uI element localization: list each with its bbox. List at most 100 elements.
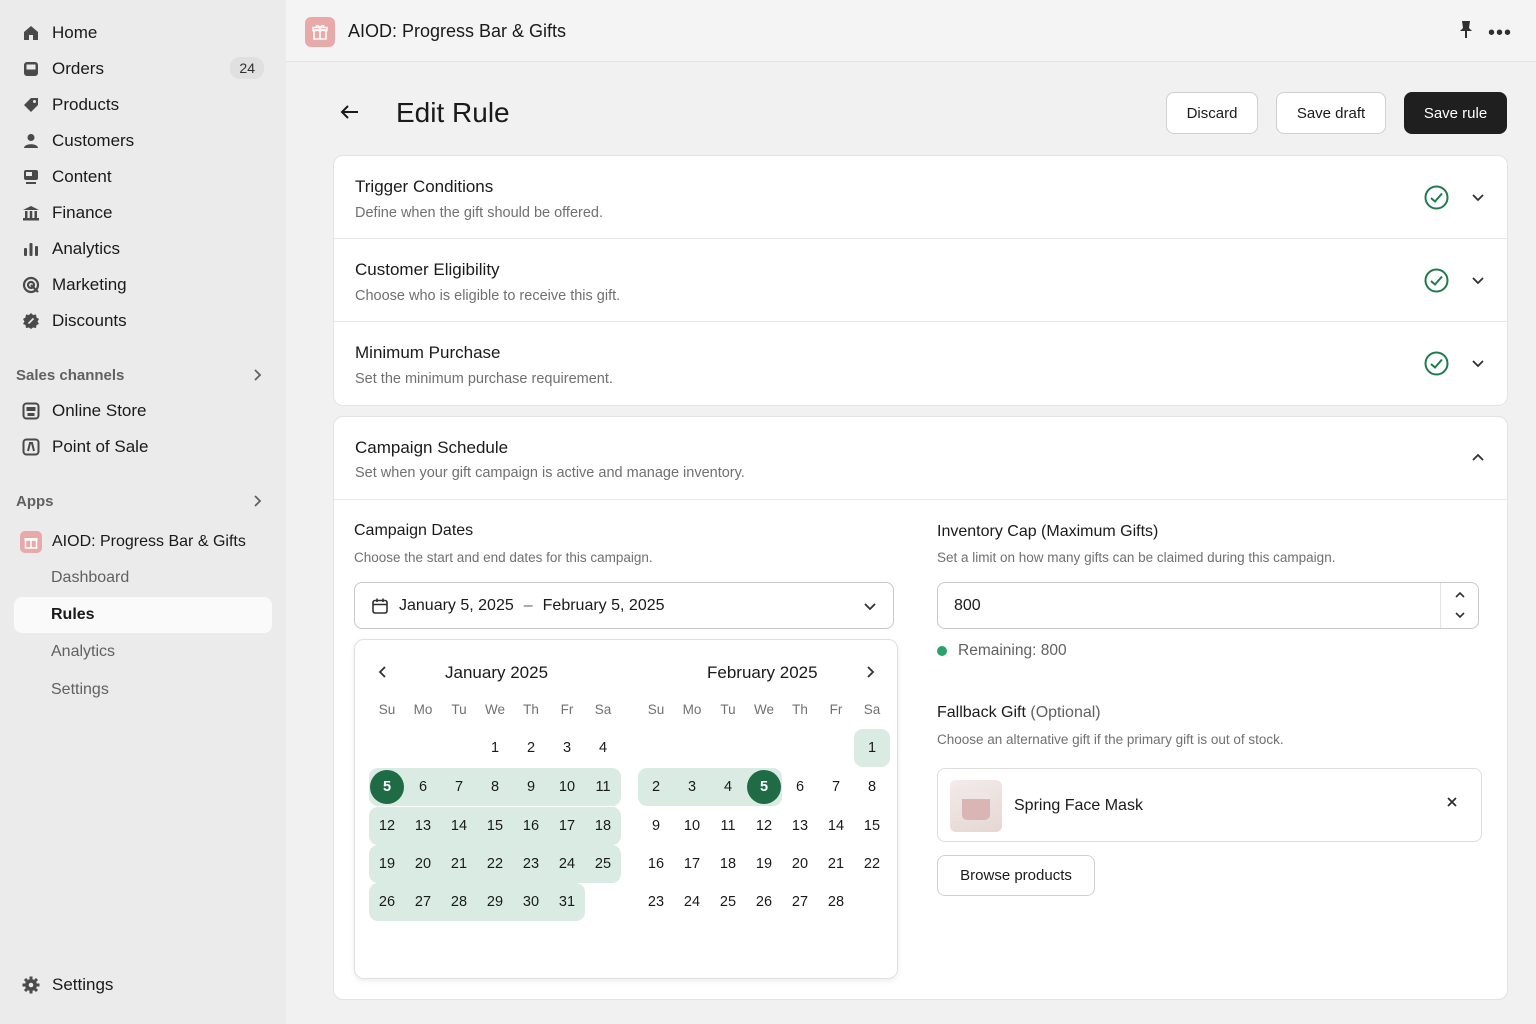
- calendar-day[interactable]: 3: [674, 768, 710, 806]
- calendar-day[interactable]: 11: [585, 768, 621, 806]
- calendar-day[interactable]: 13: [782, 807, 818, 845]
- calendar-day[interactable]: 17: [549, 807, 585, 845]
- calendar-day[interactable]: 15: [477, 807, 513, 845]
- calendar-day-selected[interactable]: 5: [746, 768, 782, 806]
- chevron-down-icon[interactable]: [1471, 273, 1485, 287]
- number-stepper[interactable]: [1440, 583, 1478, 628]
- calendar-day[interactable]: 27: [405, 883, 441, 921]
- calendar-day[interactable]: 27: [782, 883, 818, 921]
- section-trigger-conditions[interactable]: Trigger Conditions Define when the gift …: [334, 156, 1507, 239]
- calendar-day[interactable]: 25: [710, 883, 746, 921]
- section-campaign-schedule[interactable]: Campaign Schedule Set when your gift cam…: [334, 417, 1507, 500]
- chevron-down-icon[interactable]: [1471, 356, 1485, 370]
- calendar-day[interactable]: 23: [513, 845, 549, 883]
- calendar-day[interactable]: 12: [369, 807, 405, 845]
- calendar-day[interactable]: 24: [674, 883, 710, 921]
- calendar-day[interactable]: 20: [782, 845, 818, 883]
- calendar-day[interactable]: 14: [818, 807, 854, 845]
- calendar-day[interactable]: 24: [549, 845, 585, 883]
- nav-products[interactable]: Products: [14, 88, 272, 122]
- pin-icon[interactable]: [1458, 20, 1474, 45]
- browse-products-button[interactable]: Browse products: [937, 855, 1095, 896]
- nav-content[interactable]: Content: [14, 160, 272, 194]
- calendar-day[interactable]: 25: [585, 845, 621, 883]
- calendar-day[interactable]: 10: [674, 807, 710, 845]
- calendar-day[interactable]: 21: [818, 845, 854, 883]
- calendar-day[interactable]: 28: [818, 883, 854, 921]
- nav-app-aiod[interactable]: AIOD: Progress Bar & Gifts: [14, 525, 272, 559]
- calendar-day[interactable]: 22: [477, 845, 513, 883]
- calendar-day[interactable]: 18: [710, 845, 746, 883]
- calendar-day[interactable]: 26: [369, 883, 405, 921]
- calendar-day[interactable]: 15: [854, 807, 890, 845]
- calendar-day[interactable]: 7: [818, 768, 854, 806]
- calendar-day[interactable]: 31: [549, 883, 585, 921]
- discard-button[interactable]: Discard: [1166, 92, 1258, 134]
- calendar-day[interactable]: 23: [638, 883, 674, 921]
- calendar-day[interactable]: 2: [513, 729, 549, 767]
- calendar-day-selected[interactable]: 5: [369, 768, 405, 806]
- calendar-day[interactable]: 7: [441, 768, 477, 806]
- calendar-day[interactable]: 16: [513, 807, 549, 845]
- back-arrow-icon[interactable]: [338, 100, 362, 124]
- section-minimum-purchase[interactable]: Minimum Purchase Set the minimum purchas…: [334, 322, 1507, 405]
- chevron-down-icon[interactable]: [1454, 610, 1466, 620]
- calendar-day[interactable]: 10: [549, 768, 585, 806]
- date-range-picker[interactable]: January 5, 2025 – February 5, 2025: [354, 582, 894, 629]
- nav-settings[interactable]: Settings: [14, 968, 272, 1002]
- nav-customers[interactable]: Customers: [14, 124, 272, 158]
- calendar-day[interactable]: 30: [513, 883, 549, 921]
- calendar-day[interactable]: 29: [477, 883, 513, 921]
- calendar-day[interactable]: 12: [746, 807, 782, 845]
- sales-channels-header[interactable]: Sales channels: [16, 362, 272, 388]
- nav-home[interactable]: Home: [14, 16, 272, 50]
- calendar-day[interactable]: 4: [710, 768, 746, 806]
- nav-marketing[interactable]: Marketing: [14, 268, 272, 302]
- inventory-cap-input[interactable]: 800: [937, 582, 1479, 629]
- calendar-day[interactable]: 28: [441, 883, 477, 921]
- calendar-day[interactable]: 17: [674, 845, 710, 883]
- calendar-day[interactable]: 16: [638, 845, 674, 883]
- calendar-day[interactable]: 19: [746, 845, 782, 883]
- nav-finance[interactable]: Finance: [14, 196, 272, 230]
- calendar-day[interactable]: 6: [405, 768, 441, 806]
- calendar-day[interactable]: 21: [441, 845, 477, 883]
- calendar-day[interactable]: 22: [854, 845, 890, 883]
- chevron-up-icon[interactable]: [1471, 451, 1485, 465]
- app-sub-analytics[interactable]: Analytics: [14, 634, 272, 670]
- calendar-day[interactable]: 1: [477, 729, 513, 767]
- calendar-day[interactable]: 19: [369, 845, 405, 883]
- calendar-day[interactable]: 20: [405, 845, 441, 883]
- apps-header[interactable]: Apps: [16, 488, 272, 514]
- nav-online-store[interactable]: Online Store: [14, 394, 272, 428]
- calendar-day[interactable]: 9: [513, 768, 549, 806]
- nav-discounts[interactable]: Discounts: [14, 304, 272, 338]
- close-icon[interactable]: [1445, 795, 1459, 809]
- save-rule-button[interactable]: Save rule: [1404, 92, 1507, 134]
- app-sub-rules[interactable]: Rules: [14, 597, 272, 633]
- nav-analytics[interactable]: Analytics: [14, 232, 272, 266]
- calendar-day[interactable]: 6: [782, 768, 818, 806]
- calendar-day[interactable]: 3: [549, 729, 585, 767]
- calendar-day[interactable]: 2: [638, 768, 674, 806]
- remaining-count: Remaining: 800: [937, 642, 1067, 660]
- more-actions-icon[interactable]: •••: [1488, 22, 1512, 45]
- calendar-day[interactable]: 8: [477, 768, 513, 806]
- calendar-day[interactable]: 14: [441, 807, 477, 845]
- save-draft-button[interactable]: Save draft: [1276, 92, 1386, 134]
- app-sub-dashboard[interactable]: Dashboard: [14, 560, 272, 596]
- calendar-day[interactable]: 9: [638, 807, 674, 845]
- calendar-day[interactable]: 11: [710, 807, 746, 845]
- calendar-day[interactable]: 8: [854, 768, 890, 806]
- chevron-up-icon[interactable]: [1454, 590, 1466, 600]
- section-customer-eligibility[interactable]: Customer Eligibility Choose who is eligi…: [334, 239, 1507, 322]
- calendar-day[interactable]: 1: [854, 729, 890, 767]
- nav-point-of-sale[interactable]: Point of Sale: [14, 430, 272, 464]
- calendar-day[interactable]: 4: [585, 729, 621, 767]
- chevron-down-icon[interactable]: [1471, 190, 1485, 204]
- calendar-day[interactable]: 13: [405, 807, 441, 845]
- nav-orders[interactable]: Orders 24: [14, 52, 272, 86]
- calendar-day[interactable]: 18: [585, 807, 621, 845]
- calendar-day[interactable]: 26: [746, 883, 782, 921]
- app-sub-settings[interactable]: Settings: [14, 672, 272, 708]
